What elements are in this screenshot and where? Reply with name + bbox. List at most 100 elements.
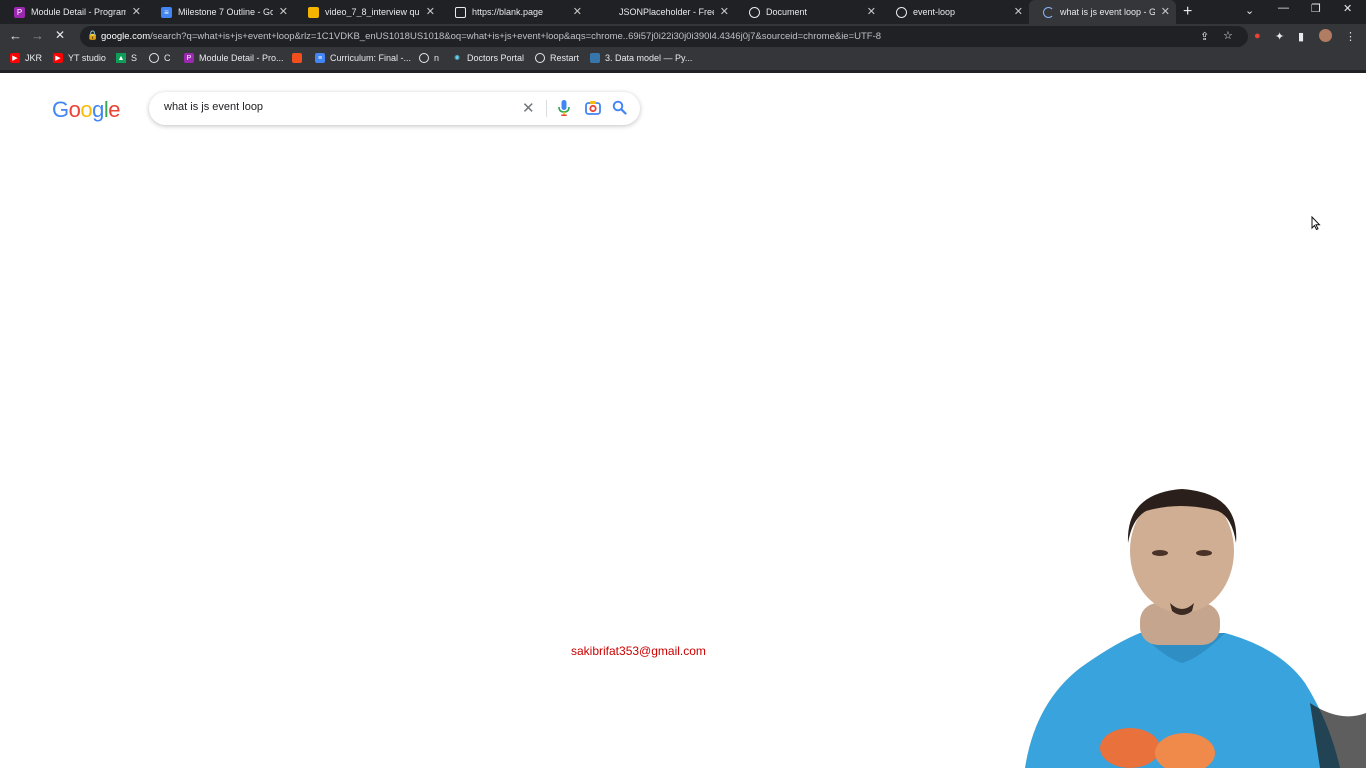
json-icon [602, 6, 613, 18]
close-icon[interactable]: ✕ [1161, 5, 1170, 18]
search-divider [546, 100, 547, 117]
close-icon[interactable]: ✕ [1014, 5, 1023, 18]
menu-kebab-icon[interactable]: ⋮ [1345, 30, 1356, 43]
close-icon[interactable]: ✕ [720, 5, 729, 18]
bookmark-restart[interactable]: Restart [535, 53, 579, 63]
star-icon[interactable]: ☆ [1223, 29, 1233, 42]
bookmark-module-detail[interactable]: P Module Detail - Pro... [184, 53, 284, 63]
tab-title: event-loop [913, 7, 956, 17]
tab-title: Module Detail - Programm [31, 7, 126, 17]
tab-module-detail[interactable]: P Module Detail - Programm ✕ [0, 0, 147, 24]
email-watermark: sakibrifat353@gmail.com [571, 644, 706, 658]
maximize-button[interactable]: ❐ [1311, 2, 1321, 15]
tab-strip: P Module Detail - Programm ✕ ≡ Milestone… [0, 0, 1366, 24]
tab-blank-page[interactable]: https://blank.page ✕ [441, 0, 588, 24]
google-docs-icon: ≡ [161, 6, 172, 18]
figma-icon [292, 53, 302, 63]
extensions-puzzle-icon[interactable]: ✦ [1275, 30, 1284, 43]
github-icon [149, 53, 159, 63]
bookmark-label: YT studio [68, 53, 106, 63]
bookmark-figma[interactable] [292, 53, 307, 63]
search-button[interactable] [612, 100, 627, 120]
tab-title: JSONPlaceholder - Free Fa [619, 7, 714, 17]
microphone-icon[interactable] [558, 100, 570, 121]
browser-chrome: P Module Detail - Programm ✕ ≡ Milestone… [0, 0, 1366, 73]
bookmark-label: JKR [25, 53, 43, 63]
bookmark-label: Curriculum: Final -... [330, 53, 412, 63]
drive-icon: ▲ [116, 53, 126, 63]
close-icon[interactable]: ✕ [426, 5, 435, 18]
loading-icon [1043, 6, 1054, 18]
bookmark-label: Restart [550, 53, 580, 63]
programming-hero-icon: P [184, 53, 194, 63]
youtube-icon: ▶ [53, 53, 63, 63]
mouse-cursor-icon [1311, 215, 1321, 235]
address-bar[interactable]: 🔒 google.com/search?q=what+is+js+event+l… [80, 26, 1248, 47]
tab-google-search[interactable]: what is js event loop - Goo ✕ [1029, 0, 1176, 24]
google-slides-icon [308, 6, 319, 18]
bookmark-yt-studio[interactable]: ▶ YT studio [53, 53, 106, 63]
react-icon: ✺ [454, 55, 460, 62]
new-tab-button[interactable]: + [1183, 3, 1192, 21]
bookmark-label: S [131, 53, 138, 63]
tab-title: what is js event loop - Goo [1060, 7, 1155, 17]
lock-icon: 🔒 [87, 30, 99, 40]
google-docs-icon: ≡ [315, 53, 325, 63]
bookmark-c[interactable]: C [149, 53, 171, 63]
tab-title: https://blank.page [472, 7, 544, 17]
clear-search-icon[interactable]: ✕ [522, 99, 535, 117]
url-host: google.com [101, 31, 151, 42]
share-icon[interactable]: ⇪ [1200, 30, 1209, 43]
close-icon[interactable]: ✕ [132, 5, 141, 18]
extension-adblock-icon[interactable]: ● [1254, 30, 1261, 42]
bookmark-jkr[interactable]: ▶ JKR [10, 53, 42, 63]
toolbar: ← → ✕ 🔒 google.com/search?q=what+is+js+e… [0, 24, 1366, 49]
google-lens-icon[interactable] [585, 100, 601, 121]
globe-icon [896, 6, 907, 18]
page-content: Google ✕ sakibrifat353@gmail.com [0, 73, 1366, 768]
close-icon[interactable]: ✕ [573, 5, 582, 18]
tab-event-loop[interactable]: event-loop ✕ [882, 0, 1029, 24]
python-icon [590, 53, 600, 63]
youtube-icon: ▶ [10, 53, 20, 63]
search-box: ✕ [149, 92, 640, 125]
globe-icon [419, 53, 429, 63]
tab-title: Milestone 7 Outline - Goo [178, 7, 273, 17]
url-path: /search?q=what+is+js+event+loop&rlz=1C1V… [150, 31, 882, 42]
side-panel-icon[interactable]: ▮ [1298, 30, 1304, 43]
tab-title: video_7_8_interview quest [325, 7, 420, 17]
webcam-overlay [1025, 489, 1366, 768]
back-button[interactable]: ← [9, 28, 22, 43]
tab-title: Document [766, 7, 808, 17]
address-url: google.com/search?q=what+is+js+event+loo… [101, 31, 1191, 42]
programming-hero-icon: P [14, 6, 25, 18]
close-window-button[interactable]: ✕ [1343, 2, 1352, 15]
bookmark-doctors-portal[interactable]: ✺ Doctors Portal [452, 53, 524, 63]
tab-milestone-outline[interactable]: ≡ Milestone 7 Outline - Goo ✕ [147, 0, 294, 24]
tab-document[interactable]: Document ✕ [735, 0, 882, 24]
bookmarks-bar: ▶ JKR ▶ YT studio ▲ S C P Module Detail - Pr… [0, 49, 1366, 70]
close-icon[interactable]: ✕ [279, 5, 288, 18]
bookmark-label: Module Detail - Pro... [199, 53, 284, 63]
search-input[interactable] [164, 101, 514, 113]
tab-interview-questions[interactable]: video_7_8_interview quest ✕ [294, 0, 441, 24]
stop-loading-button[interactable]: ✕ [55, 28, 65, 42]
bookmark-n[interactable]: n [419, 53, 439, 63]
profile-avatar[interactable] [1319, 29, 1332, 42]
page-icon [455, 6, 466, 18]
bookmark-label: 3. Data model — Py... [605, 53, 693, 63]
globe-icon [749, 6, 760, 18]
bookmark-label: Doctors Portal [467, 53, 525, 63]
forward-button[interactable]: → [31, 28, 44, 43]
tab-search-icon[interactable]: ⌄ [1245, 4, 1254, 17]
google-logo[interactable]: Google [52, 97, 121, 123]
bookmark-curriculum[interactable]: ≡ Curriculum: Final -... [315, 53, 411, 63]
bookmark-label: n [434, 53, 440, 63]
minimize-button[interactable]: — [1278, 2, 1289, 14]
globe-icon [535, 53, 545, 63]
tab-jsonplaceholder[interactable]: JSONPlaceholder - Free Fa ✕ [588, 0, 735, 24]
bookmark-data-model[interactable]: 3. Data model — Py... [590, 53, 692, 63]
bookmark-s[interactable]: ▲ S [116, 53, 137, 63]
bookmark-label: C [164, 53, 171, 63]
close-icon[interactable]: ✕ [867, 5, 876, 18]
